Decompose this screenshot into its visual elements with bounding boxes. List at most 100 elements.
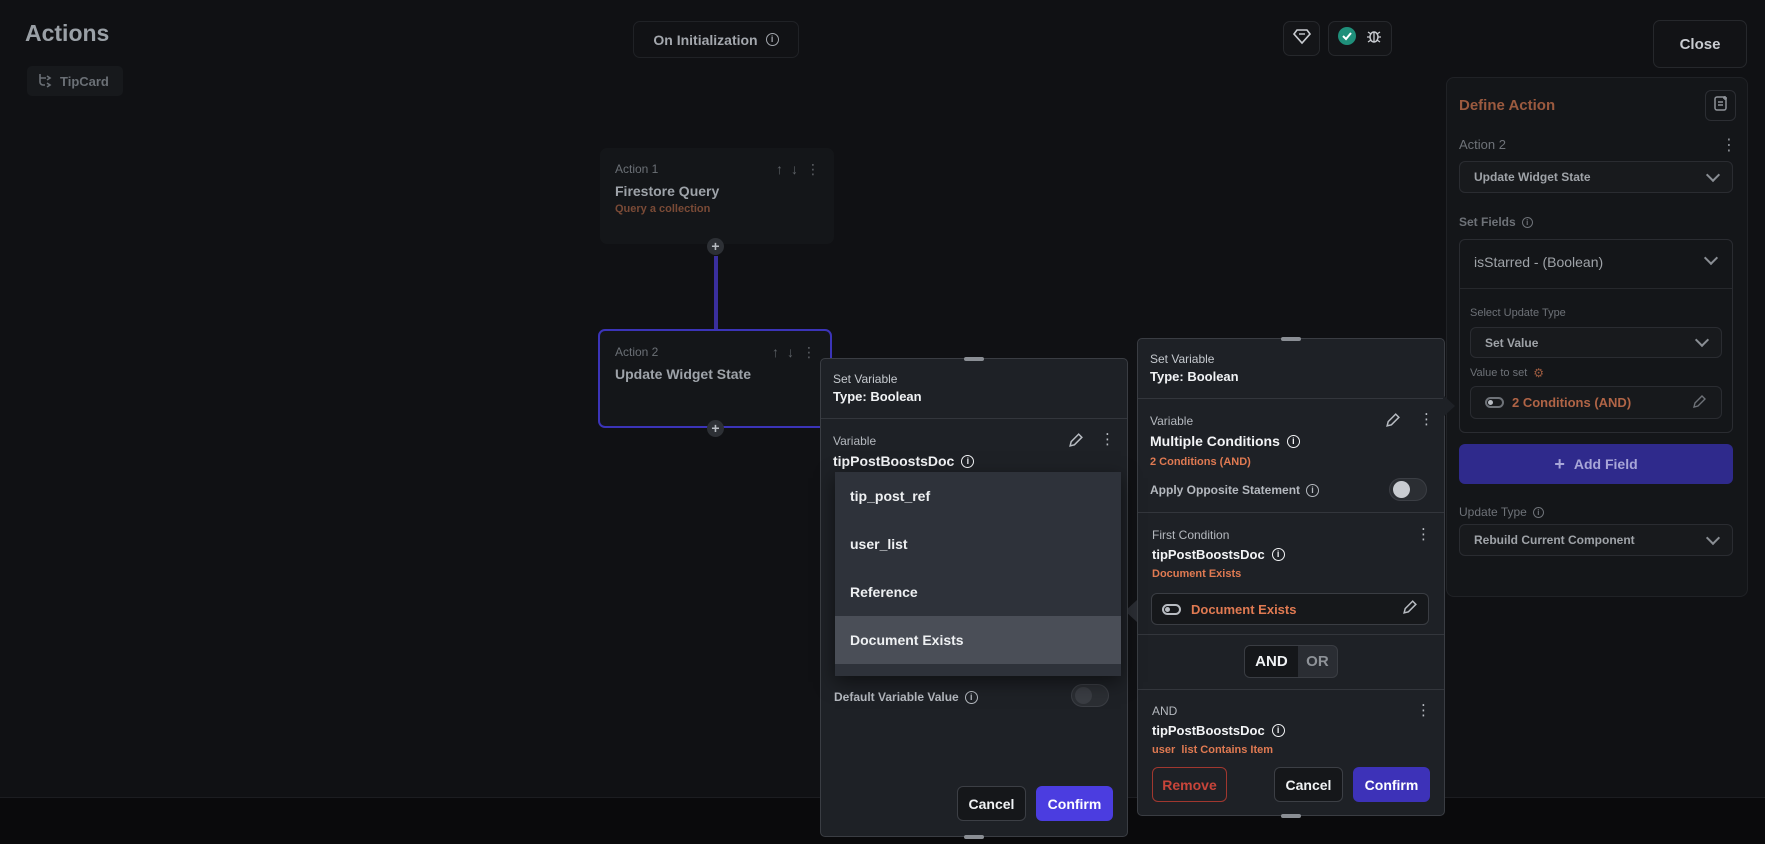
info-icon[interactable]: i [1306, 483, 1320, 497]
value-to-set-text: Value to set [1470, 367, 1528, 379]
second-condition-sub-clip: user_list Contains Item [1152, 744, 1332, 753]
drag-handle[interactable] [1281, 814, 1301, 818]
divider [1460, 288, 1732, 289]
info-icon[interactable]: i [765, 33, 779, 46]
or-option[interactable]: OR [1298, 646, 1337, 677]
action-type-value: Update Widget State [1474, 170, 1591, 184]
dropdown-option[interactable]: tip_post_ref [835, 472, 1121, 520]
more-vert-icon[interactable]: ⋮ [1416, 701, 1431, 719]
confirm-button[interactable]: Confirm [1036, 786, 1113, 821]
info-icon[interactable]: i [1271, 548, 1285, 561]
action-node-2[interactable]: Action 2 Update Widget State ↑ ↓ ⋮ [598, 329, 832, 428]
document-add-icon [1712, 94, 1730, 117]
move-up-icon[interactable]: ↑ [772, 344, 779, 361]
panel-type: Type: Boolean [833, 389, 922, 404]
update-type-select[interactable]: Set Value [1470, 327, 1722, 358]
value-to-set-label: Value to set ⚙ [1470, 366, 1544, 380]
chevron-down-icon[interactable] [1703, 250, 1719, 266]
edit-icon[interactable] [1068, 432, 1084, 452]
divider [1138, 512, 1444, 513]
edit-icon[interactable] [1692, 394, 1707, 412]
define-action-title: Define Action [1459, 97, 1556, 114]
divider [1138, 634, 1444, 635]
trigger-selector[interactable]: On Initialization i [633, 21, 799, 58]
rebuild-select[interactable]: Rebuild Current Component [1459, 524, 1733, 556]
variable-label: Variable [833, 434, 877, 448]
second-condition-name: tipPostBoostsDoc [1152, 723, 1265, 738]
action-label: Action 2 [1459, 137, 1506, 152]
value-to-set-field[interactable]: 2 Conditions (AND) [1470, 386, 1722, 419]
cancel-button[interactable]: Cancel [1274, 767, 1343, 802]
action-node-subtitle: Query a collection [615, 203, 711, 215]
info-icon[interactable]: i [1532, 506, 1544, 518]
action-docs-button[interactable] [1705, 90, 1736, 121]
field-name: isStarred - (Boolean) [1474, 254, 1604, 270]
default-value-toggle[interactable] [1071, 684, 1109, 707]
second-condition-value[interactable]: tipPostBoostsDoc i [1152, 723, 1285, 738]
more-vert-icon[interactable]: ⋮ [802, 344, 816, 361]
remove-button[interactable]: Remove [1152, 767, 1227, 802]
variable-sub: 2 Conditions (AND) [1150, 456, 1251, 468]
action-type-select[interactable]: Update Widget State [1459, 161, 1733, 193]
info-icon[interactable]: i [964, 690, 978, 704]
check-circle-icon[interactable] [1337, 26, 1357, 51]
toggle-icon [1162, 603, 1181, 615]
set-fields-label: Set Fields i [1459, 215, 1533, 229]
bug-icon[interactable] [1365, 27, 1383, 50]
apply-opposite-toggle[interactable] [1389, 478, 1427, 501]
move-down-icon[interactable]: ↓ [787, 344, 794, 361]
cancel-button[interactable]: Cancel [957, 786, 1026, 821]
info-icon[interactable]: i [1286, 434, 1300, 448]
variable-dropdown: tip_post_ref user_list Reference Documen… [835, 472, 1121, 676]
and-option[interactable]: AND [1245, 646, 1298, 677]
add-action-button[interactable]: + [707, 238, 724, 255]
validate-debug-group[interactable] [1328, 21, 1392, 56]
plus-icon: + [1554, 453, 1565, 474]
action-node-name: Update Widget State [615, 366, 751, 382]
variable-name: Multiple Conditions [1150, 433, 1280, 449]
first-condition-field[interactable]: Document Exists [1151, 593, 1429, 625]
confirm-button[interactable]: Confirm [1353, 767, 1430, 802]
set-fields-text: Set Fields [1459, 215, 1516, 229]
close-button[interactable]: Close [1653, 20, 1747, 68]
drag-handle[interactable] [964, 357, 984, 361]
drag-handle[interactable] [964, 835, 984, 839]
divider [821, 418, 1127, 419]
dropdown-option[interactable]: user_list [835, 520, 1121, 568]
variable-value[interactable]: tipPostBoostsDoc i [833, 453, 975, 469]
add-field-button[interactable]: + Add Field [1459, 444, 1733, 484]
more-vert-icon[interactable]: ⋮ [1100, 430, 1115, 448]
edit-icon[interactable] [1385, 412, 1401, 432]
update-type-select-value: Set Value [1485, 335, 1539, 350]
move-down-icon[interactable]: ↓ [791, 161, 798, 178]
more-vert-icon[interactable]: ⋮ [1721, 135, 1737, 155]
move-up-icon[interactable]: ↑ [776, 161, 783, 178]
more-vert-icon[interactable]: ⋮ [1419, 410, 1434, 428]
widget-tree-icon [37, 72, 53, 91]
and-or-toggle[interactable]: AND OR [1244, 645, 1338, 678]
edit-icon[interactable] [1402, 599, 1418, 620]
chevron-down-icon [1694, 332, 1710, 348]
sliders-icon[interactable]: ⚙ [1533, 366, 1544, 380]
first-condition-value[interactable]: tipPostBoostsDoc i [1152, 547, 1285, 562]
info-icon[interactable]: i [961, 454, 975, 468]
add-action-button[interactable]: + [707, 420, 724, 437]
info-icon[interactable]: i [1271, 724, 1285, 737]
add-field-label: Add Field [1573, 456, 1638, 472]
chevron-down-icon [1705, 167, 1721, 182]
second-condition-label: AND [1152, 704, 1178, 718]
select-update-type-label: Select Update Type [1470, 307, 1566, 319]
info-icon[interactable]: i [1521, 216, 1533, 228]
gem-tool-button[interactable] [1283, 21, 1320, 56]
drag-handle[interactable] [1281, 337, 1301, 341]
more-vert-icon[interactable]: ⋮ [806, 161, 820, 178]
variable-value[interactable]: Multiple Conditions i [1150, 433, 1300, 449]
dropdown-option[interactable]: Reference [835, 568, 1121, 616]
more-vert-icon[interactable]: ⋮ [1416, 525, 1431, 543]
action-node-1[interactable]: Action 1 Firestore Query Query a collect… [600, 148, 834, 244]
divider [1138, 398, 1444, 399]
first-condition-name: tipPostBoostsDoc [1152, 547, 1265, 562]
value-to-set-value: 2 Conditions (AND) [1512, 395, 1632, 410]
widget-chip[interactable]: TipCard [27, 66, 123, 96]
dropdown-option-selected[interactable]: Document Exists [835, 616, 1121, 664]
